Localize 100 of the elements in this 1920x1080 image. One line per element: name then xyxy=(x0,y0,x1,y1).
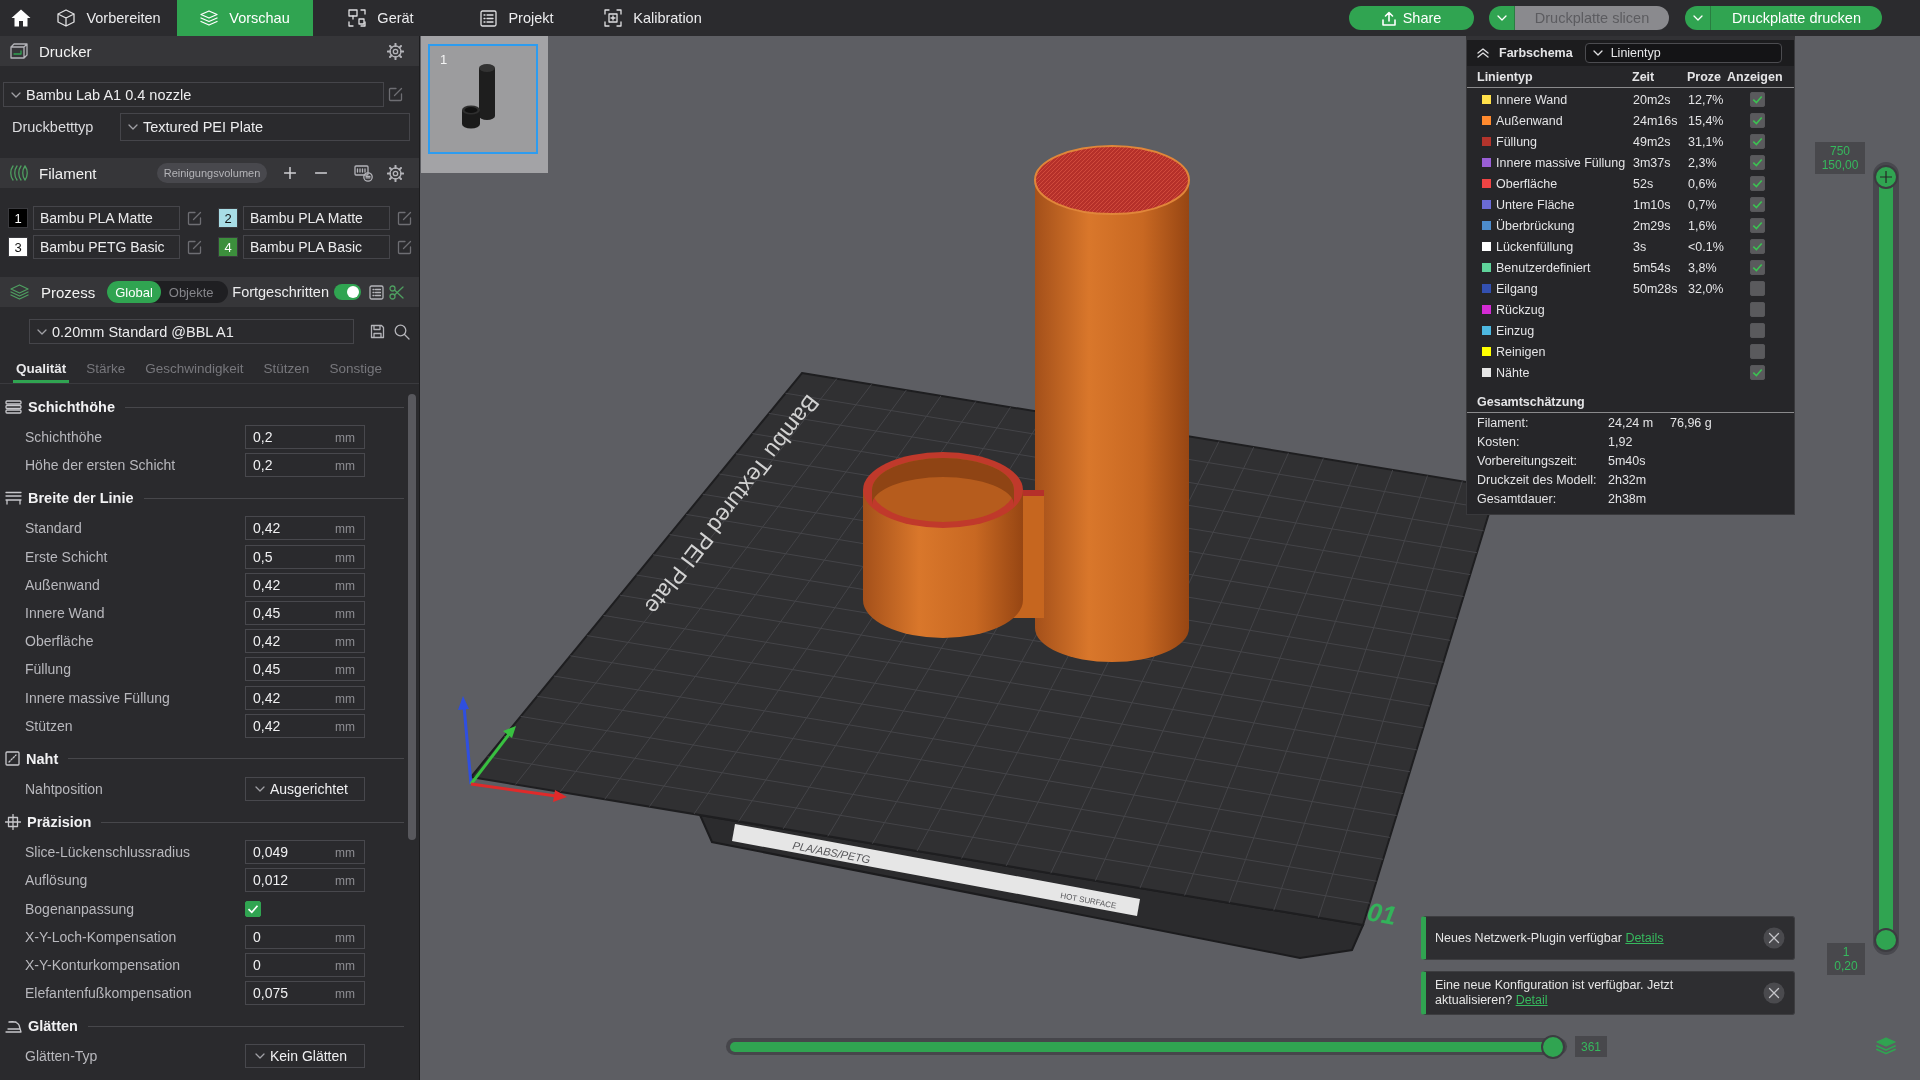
number-field[interactable]: 0,45 mm xyxy=(245,657,365,682)
number-field[interactable]: 0,45 mm xyxy=(245,601,365,626)
details-link[interactable]: Details xyxy=(1625,930,1664,945)
checkbox[interactable] xyxy=(1750,239,1765,254)
number-field[interactable]: 0 mm xyxy=(245,924,365,949)
layer-slider-track[interactable] xyxy=(1873,162,1899,955)
color-scheme-dropdown[interactable]: Linientyp xyxy=(1584,43,1782,63)
number-field[interactable]: 0,42 mm xyxy=(245,713,365,738)
unit-label: mm xyxy=(335,845,355,861)
time-value: 50m28s xyxy=(1633,281,1679,296)
filament-dropdown[interactable]: Bambu PETG Basic xyxy=(33,235,180,259)
cube-icon xyxy=(57,9,76,27)
setting-label: Oberfläche xyxy=(24,633,95,650)
filament-number-tile[interactable]: 1 xyxy=(8,208,28,228)
settings-tab[interactable]: Qualität xyxy=(13,357,70,383)
checkbox[interactable] xyxy=(1750,176,1765,191)
search-icon[interactable] xyxy=(394,323,410,340)
filament-number-tile[interactable]: 4 xyxy=(218,237,238,257)
percent-value: 3,8% xyxy=(1688,260,1718,275)
flush-volume-button[interactable]: Reinigungsvolumen xyxy=(157,163,267,183)
caret-icon xyxy=(255,1053,265,1060)
checkbox[interactable] xyxy=(1750,365,1765,380)
unit-label: mm xyxy=(335,662,355,678)
unit-label: mm xyxy=(335,577,355,593)
time-value: 49m2s xyxy=(1633,134,1672,149)
checkbox[interactable] xyxy=(1750,344,1765,359)
checkbox[interactable] xyxy=(1750,92,1765,107)
number-field[interactable]: 0,42 mm xyxy=(245,629,365,654)
number-field[interactable]: 0 mm xyxy=(245,952,365,977)
number-field[interactable]: 0,2 mm xyxy=(245,453,365,478)
summary-value: 5m40s xyxy=(1608,453,1647,468)
settings-icon[interactable] xyxy=(387,42,404,60)
edit-icon[interactable] xyxy=(397,210,412,226)
nav-tab[interactable]: Vorbereiten xyxy=(41,0,177,36)
number-field[interactable]: 0,42 mm xyxy=(245,516,365,541)
scope-tab[interactable]: Objekte xyxy=(160,281,222,303)
number-field[interactable]: 0,2 mm xyxy=(245,425,365,450)
details-link[interactable]: Detail xyxy=(1515,993,1548,1007)
layers-icon[interactable] xyxy=(1876,1037,1896,1055)
close-icon[interactable] xyxy=(1763,927,1785,949)
print-options-button[interactable] xyxy=(1685,6,1711,30)
slice-options-button[interactable] xyxy=(1489,6,1515,30)
filament-icon xyxy=(10,165,28,181)
list-icon[interactable] xyxy=(369,284,384,300)
edit-icon[interactable] xyxy=(187,239,202,255)
checkbox[interactable] xyxy=(1750,113,1765,128)
checkbox[interactable] xyxy=(1750,302,1765,317)
number-field[interactable]: 0,42 mm xyxy=(245,685,365,710)
number-field[interactable]: 0,5 mm xyxy=(245,544,365,569)
column-header: Zeit xyxy=(1632,69,1656,84)
filament-dropdown[interactable]: Bambu PLA Matte xyxy=(33,206,180,230)
scrollbar-thumb[interactable] xyxy=(408,394,416,840)
number-field[interactable]: 0,42 mm xyxy=(245,572,365,597)
line-type-label: Innere Wand xyxy=(1496,92,1569,107)
column-header: Anzeigen xyxy=(1727,69,1784,84)
filament-dropdown[interactable]: Bambu PLA Basic xyxy=(243,235,390,259)
move-slider-track[interactable] xyxy=(726,1038,1567,1055)
edit-icon[interactable] xyxy=(397,239,412,255)
edit-icon[interactable] xyxy=(388,87,403,102)
upload-icon xyxy=(1381,10,1396,26)
percent-value: 31,1% xyxy=(1688,134,1725,149)
number-field[interactable]: 0,012 mm xyxy=(245,868,365,893)
scissors-icon[interactable] xyxy=(389,284,404,300)
number-field[interactable]: 0,049 mm xyxy=(245,840,365,865)
save-icon[interactable] xyxy=(370,324,385,339)
filament-number-tile[interactable]: 2 xyxy=(218,208,238,228)
dropdown[interactable]: Ausgerichtet xyxy=(245,776,365,801)
group-title: Breite der Linie xyxy=(28,490,134,507)
process-preset-dropdown[interactable]: 0.20mm Standard @BBL A1 xyxy=(29,319,354,344)
checkbox[interactable] xyxy=(1750,260,1765,275)
line-type-label: Einzug xyxy=(1496,323,1536,338)
nav-tab[interactable]: Projekt xyxy=(449,0,585,36)
time-value: 52s xyxy=(1633,176,1655,191)
checkbox[interactable] xyxy=(1750,197,1765,212)
checkbox[interactable] xyxy=(1750,281,1765,296)
settings-icon[interactable] xyxy=(387,164,404,182)
line-type-label: Eilgang xyxy=(1496,281,1539,296)
edit-icon[interactable] xyxy=(187,210,202,226)
checkbox[interactable] xyxy=(1750,218,1765,233)
number-field[interactable]: 0,075 mm xyxy=(245,981,365,1006)
time-value: 24m16s xyxy=(1633,113,1679,128)
toggle-switch[interactable] xyxy=(334,284,361,300)
nav-tab[interactable]: Kalibration xyxy=(585,0,721,36)
close-icon[interactable] xyxy=(1763,982,1785,1004)
plate-warning-label: HOT SURFACE xyxy=(1059,891,1118,911)
checkbox[interactable] xyxy=(1750,323,1765,338)
plus-icon[interactable] xyxy=(284,167,296,179)
printer-dropdown[interactable]: Bambu Lab A1 0.4 nozzle xyxy=(3,82,384,107)
filament-number-tile[interactable]: 3 xyxy=(8,237,28,257)
checkbox[interactable] xyxy=(1750,155,1765,170)
collapse-icon[interactable] xyxy=(1477,48,1489,58)
nav-tab[interactable]: Gerät xyxy=(313,0,449,36)
filament-dropdown[interactable]: Bambu PLA Matte xyxy=(243,206,390,230)
slider-handle[interactable] xyxy=(1541,1034,1565,1059)
dropdown[interactable]: Kein Glätten xyxy=(245,1044,365,1069)
checkbox[interactable] xyxy=(245,900,261,917)
device-swap-icon[interactable] xyxy=(354,164,373,182)
iron-icon xyxy=(5,1019,22,1033)
checkbox[interactable] xyxy=(1750,134,1765,149)
bed-type-dropdown[interactable]: Textured PEI Plate xyxy=(120,113,410,141)
